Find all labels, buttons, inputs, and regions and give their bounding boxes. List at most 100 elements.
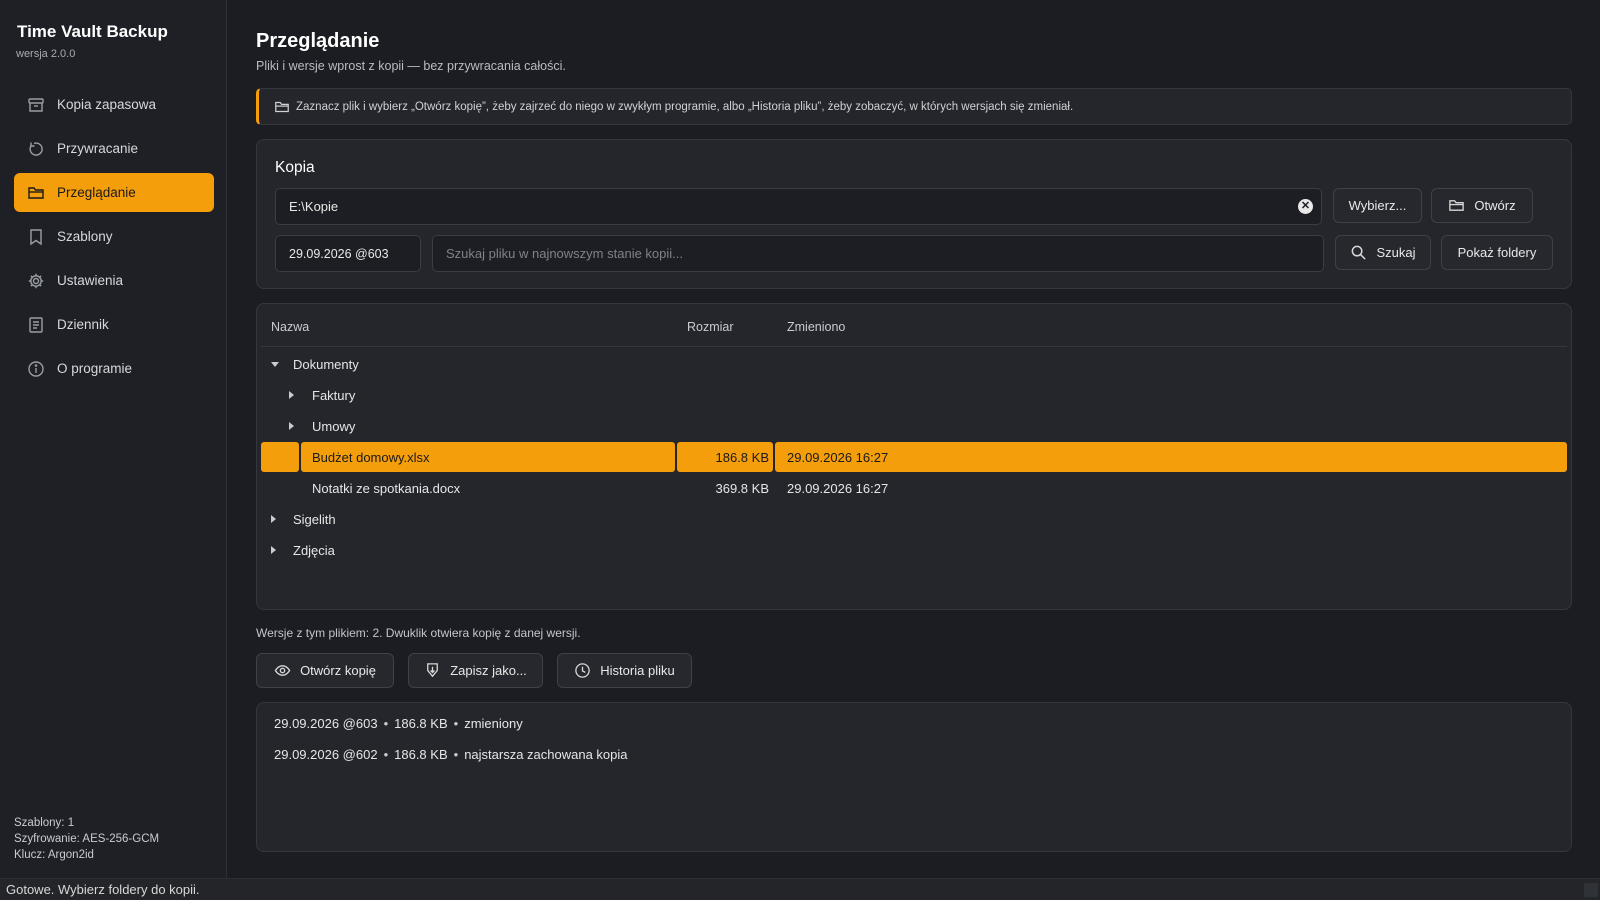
folder-icon — [274, 99, 290, 115]
clock-icon — [574, 662, 591, 679]
clear-icon[interactable]: ✕ — [1298, 199, 1313, 214]
choose-button[interactable]: Wybierz... — [1333, 188, 1422, 223]
selection-highlight — [261, 442, 299, 472]
tree-row-name: Faktury — [312, 388, 356, 403]
gear-icon — [27, 272, 45, 290]
page-title: Przeglądanie — [256, 30, 380, 52]
tree-row-size: 369.8 KB — [715, 481, 770, 496]
folder-icon — [27, 184, 45, 202]
version-size: 186.8 KB — [394, 716, 448, 731]
show-folders-label: Pokaż foldery — [1457, 245, 1537, 260]
sidebar-footer: Szablony: 1 Szyfrowanie: AES-256-GCM Klu… — [14, 815, 159, 863]
tree-row-date: 29.09.2026 16:27 — [787, 450, 889, 465]
list-item[interactable]: 29.09.2026 @602 • 186.8 KB • najstarsza zach… — [274, 747, 628, 762]
sidebar-item-label: Przeglądanie — [57, 185, 136, 200]
selection-highlight — [775, 442, 1567, 472]
tree-row-date: 29.09.2026 16:27 — [787, 481, 889, 496]
backup-path-field[interactable]: E:\Kopie ✕ — [275, 188, 1322, 225]
sidebar-item-backup[interactable]: Kopia zapasowa — [14, 85, 214, 124]
open-copy-label: Otwórz kopię — [300, 663, 376, 678]
sidebar-item-label: Szablony — [57, 229, 113, 244]
open-copy-button[interactable]: Otwórz kopię — [256, 653, 394, 688]
backup-source-panel: Kopia E:\Kopie ✕ Wybierz... Otwórz 29.09… — [256, 139, 1572, 289]
tree-header: Nazwa Rozmiar Zmieniono — [261, 308, 1567, 347]
sidebar-item-label: Dziennik — [57, 317, 109, 332]
sidebar-item-browse[interactable]: Przeglądanie — [14, 173, 214, 212]
open-button[interactable]: Otwórz — [1431, 188, 1533, 223]
tree-row[interactable]: Umowy — [261, 411, 1567, 441]
templates-count: Szablony: 1 — [14, 817, 75, 829]
status-text: Gotowe. Wybierz foldery do kopii. — [6, 882, 200, 897]
version-note: zmieniony — [464, 716, 523, 731]
column-header-changed[interactable]: Zmieniono — [787, 320, 845, 334]
sidebar-item-templates[interactable]: Szablony — [14, 217, 214, 256]
tree-row-name: Dokumenty — [293, 357, 359, 372]
tree-row[interactable]: Notatki ze spotkania.docx 369.8 KB 29.09… — [261, 473, 1567, 503]
download-icon — [424, 662, 441, 679]
backup-path-value: E:\Kopie — [289, 199, 339, 214]
info-icon — [27, 360, 45, 378]
panel-title: Kopia — [275, 159, 315, 176]
sidebar-item-restore[interactable]: Przywracanie — [14, 129, 214, 168]
page-subtitle: Pliki i wersje wprost z kopii — bez przy… — [256, 59, 566, 73]
tree-row-size: 186.8 KB — [715, 450, 770, 465]
file-history-button[interactable]: Historia pliku — [557, 653, 692, 688]
search-button-label: Szukaj — [1376, 245, 1416, 260]
status-bar: Gotowe. Wybierz foldery do kopii. — [0, 878, 1600, 900]
tree-row-name: Budżet domowy.xlsx — [312, 450, 430, 465]
sidebar-item-label: Przywracanie — [57, 141, 139, 156]
column-header-name[interactable]: Nazwa — [271, 320, 309, 334]
info-banner: Zaznacz plik i wybierz „Otwórz kopię”, ż… — [256, 88, 1572, 125]
file-history-label: Historia pliku — [600, 663, 675, 678]
versions-note: Wersje z tym plikiem: 2. Dwuklik otwiera… — [256, 626, 581, 640]
archive-icon — [27, 96, 45, 114]
version-note: najstarsza zachowana kopia — [464, 747, 628, 762]
sidebar-item-label: O programie — [57, 361, 133, 376]
sidebar-item-label: Ustawienia — [57, 273, 124, 288]
version-name: 29.09.2026 @603 — [274, 716, 378, 731]
tree-row-selected[interactable]: Budżet domowy.xlsx 186.8 KB 29.09.2026 1… — [261, 442, 1567, 472]
choose-button-label: Wybierz... — [1348, 198, 1407, 213]
versions-list: 29.09.2026 @603 • 186.8 KB • zmieniony 29.09… — [256, 702, 1572, 852]
expand-arrow-icon[interactable] — [271, 515, 276, 523]
tree-row[interactable]: Dokumenty — [261, 349, 1567, 379]
sidebar-item-label: Kopia zapasowa — [57, 97, 157, 112]
sidebar-item-settings[interactable]: Ustawienia — [14, 261, 214, 300]
column-header-size[interactable]: Rozmiar — [687, 320, 734, 334]
version-select[interactable]: 29.09.2026 @603 — [275, 235, 421, 272]
tree-row[interactable]: Faktury — [261, 380, 1567, 410]
expand-arrow-icon[interactable] — [289, 422, 294, 430]
tree-row[interactable]: Sigelith — [261, 504, 1567, 534]
expand-arrow-icon[interactable] — [271, 546, 276, 554]
sidebar: Time Vault Backup wersja 2.0.0 Kopia zap… — [0, 0, 227, 878]
list-item[interactable]: 29.09.2026 @603 • 186.8 KB • zmieniony — [274, 716, 523, 731]
expand-arrow-icon[interactable] — [289, 391, 294, 399]
app-version: wersja 2.0.0 — [16, 48, 76, 60]
bookmark-icon — [27, 228, 45, 246]
eye-icon — [274, 662, 291, 679]
tree-row[interactable]: Zdjęcia — [261, 535, 1567, 565]
search-input[interactable]: Szukaj pliku w najnowszym stanie kopii..… — [432, 235, 1324, 272]
open-button-label: Otwórz — [1474, 198, 1516, 213]
log-icon — [27, 316, 45, 334]
encryption-info: Szyfrowanie: AES-256-GCM — [14, 833, 160, 845]
tree-row-name: Zdjęcia — [293, 543, 335, 558]
sidebar-nav: Kopia zapasowa Przywracanie Przeglądanie… — [14, 85, 214, 393]
search-icon — [1350, 244, 1367, 261]
save-as-label: Zapisz jako... — [450, 663, 527, 678]
sidebar-item-log[interactable]: Dziennik — [14, 305, 214, 344]
show-folders-button[interactable]: Pokaż foldery — [1441, 235, 1553, 270]
file-tree: Nazwa Rozmiar Zmieniono Dokumenty Faktur… — [256, 303, 1572, 610]
key-info: Klucz: Argon2id — [14, 849, 94, 861]
folder-icon — [1448, 197, 1465, 214]
search-placeholder: Szukaj pliku w najnowszym stanie kopii..… — [446, 246, 683, 261]
version-name: 29.09.2026 @602 — [274, 747, 378, 762]
tree-row-name: Notatki ze spotkania.docx — [312, 481, 461, 496]
tree-row-name: Umowy — [312, 419, 356, 434]
collapse-arrow-icon[interactable] — [271, 362, 279, 367]
save-as-button[interactable]: Zapisz jako... — [408, 653, 543, 688]
sidebar-item-about[interactable]: O programie — [14, 349, 214, 388]
resize-grip[interactable] — [1584, 883, 1598, 897]
app-title: Time Vault Backup — [17, 22, 168, 41]
search-button[interactable]: Szukaj — [1335, 235, 1431, 270]
